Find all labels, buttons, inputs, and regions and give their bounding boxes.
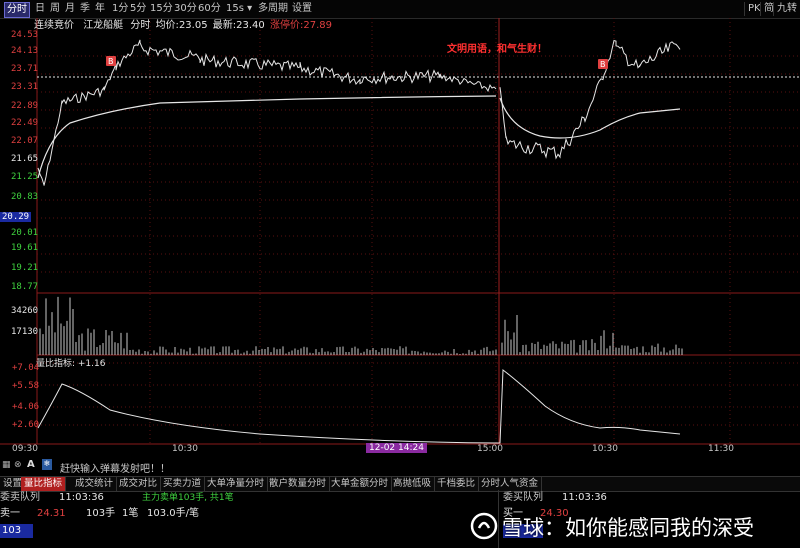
buy-queue-title: 委买队列 [503,492,543,503]
tab-settings[interactable]: 设置 [290,2,314,16]
price-tick: 22.89 [11,101,39,111]
danmu-input[interactable]: 赶快输入弹幕发射吧！！ [60,460,170,475]
chart-mode: 分时 [130,20,151,31]
avg-price-value: 23.05 [178,20,208,31]
price-tick: 23.31 [11,82,39,92]
xueqiu-watermark: 雪球：如你能感同我的深受 [470,504,800,548]
sell-detail: 103.0手/笔 [147,508,199,519]
tab-big-order-net[interactable]: 大单净量分时 [204,477,269,491]
tab-daily[interactable]: 日 [33,2,47,16]
tab-trade-stats[interactable]: 成交统计 [72,477,118,491]
time-tick: 11:30 [708,444,734,454]
tab-big-order-amount[interactable]: 大单金额分时 [328,477,393,491]
tab-30min[interactable]: 30分 [172,2,199,16]
tab-15min[interactable]: 15分 [148,2,175,16]
avg-line-day2 [499,97,681,139]
limit-up-label: 涨停价: [269,20,304,31]
price-tick: 18.77 [11,282,39,292]
intraday-chart[interactable]: BB [0,18,800,456]
price-tick: 22.07 [11,136,39,146]
price-tick: 24.53 [11,30,39,40]
tab-yearly[interactable]: 年 [93,2,107,16]
sell-queue-space [0,540,500,548]
latest-price-value: 23.40 [236,20,265,31]
price-tick: 24.13 [11,46,39,56]
sell-queue-info: 主力卖单103手, 共1笔 [142,493,234,503]
price-line-day2 [499,39,681,160]
indicator-tick: +7.04 [12,363,40,373]
tab-retail-count[interactable]: 散户数量分时 [266,477,331,491]
time-tick: 10:30 [172,444,198,454]
indicator-tabs: 设置 量比指标 成交统计 成交对比 买卖力道 大单净量分时 散户数量分时 大单金… [0,476,800,492]
cursor-time-badge: 12-02 14:24 [366,443,427,453]
tab-popularity-fund[interactable]: 分时人气资金 [478,477,543,491]
sell-order-cell[interactable]: 103 [0,524,33,538]
tab-multi-period[interactable]: 多周期 [256,2,290,16]
price-tick: 19.61 [11,243,39,253]
sell-queue-time: 11:03:36 [59,492,104,503]
volume-ratio-line [37,369,681,444]
trading-status: 连续竞价 [34,20,74,31]
time-tick: 10:30 [592,444,618,454]
price-tick: 23.71 [11,64,39,74]
font-size-icon[interactable]: A [27,459,35,470]
buy-queue-time: 11:03:36 [562,492,607,503]
sell-queue-title: 委卖队列 [0,492,40,503]
watermark-text: 雪球：如你能感同我的深受 [502,516,754,540]
price-tick: 19.21 [11,263,39,273]
avg-line [37,95,497,179]
price-tick: 22.49 [11,118,39,128]
sell-price: 24.31 [37,508,66,519]
buy-signal-label: B [108,57,114,66]
tab-intraday[interactable]: 分时 [4,2,30,18]
sell-qty: 103手 [86,508,116,519]
tab-monthly[interactable]: 月 [63,2,77,16]
latest-price-label: 最新: [212,20,237,31]
tab-15s[interactable]: 15s ▾ [224,2,254,16]
volume-tick: 17130 [11,327,39,337]
tab-weekly[interactable]: 周 [48,2,62,16]
stock-name: 江龙船艇 [83,20,124,31]
close-icon[interactable]: ⊗ [14,460,22,470]
tab-60min[interactable]: 60分 [196,2,223,16]
price-tick: 20.29 [0,212,32,222]
tab-volume-ratio[interactable]: 量比指标 [21,477,67,491]
buy-signal-label: B [600,60,606,69]
time-tick: 15:00 [477,444,503,454]
avg-price-label: 均价: [155,20,179,31]
tab-quarterly[interactable]: 季 [78,2,92,16]
jiuzhuan-button[interactable]: 九转 [773,2,800,16]
danmu-bar: ▦ ⊗ A ❄ 赶快输入弹幕发射吧！！ [0,458,800,475]
limit-up-value: 27.89 [303,20,332,31]
volume-tick: 34260 [11,306,39,316]
price-tick: 20.01 [11,228,39,238]
danmu-icon[interactable]: ❄ [42,459,52,470]
tab-depth-ratio[interactable]: 千档委比 [434,477,480,491]
xueqiu-logo-icon [470,512,498,540]
sell-row-label: 卖一 [0,508,20,519]
tab-buy-sell-power[interactable]: 买卖力道 [160,477,206,491]
annotation-text: 文明用语，和气生财！ [447,44,547,55]
price-tick: 21.25 [11,172,39,182]
indicator-tick: +5.58 [12,381,40,391]
tab-15s-label: 15s [226,3,244,14]
time-start: 09:30 [12,444,38,454]
sell-count: 1笔 [122,508,139,519]
tab-trade-compare[interactable]: 成交对比 [116,477,162,491]
grid-icon[interactable]: ▦ [2,460,11,470]
tab-5min[interactable]: 5分 [128,2,148,16]
indicator-tick: +2.60 [12,420,40,430]
chevron-down-icon: ▾ [247,3,253,14]
indicator-label: 量比指标: +1.16 [36,359,106,369]
quote-infobar: 连续竞价 江龙船艇 分时 均价:23.05 最新:23.40 涨停价:27.89 [34,19,794,32]
price-tick: 20.83 [11,192,39,202]
tab-high-low[interactable]: 高抛低吸 [390,477,436,491]
period-toolbar: 分时 日 周 月 季 年 1分 5分 15分 30分 60分 15s ▾ 多周期… [0,0,800,19]
price-tick: 21.65 [11,154,39,164]
indicator-tick: +4.06 [12,402,40,412]
